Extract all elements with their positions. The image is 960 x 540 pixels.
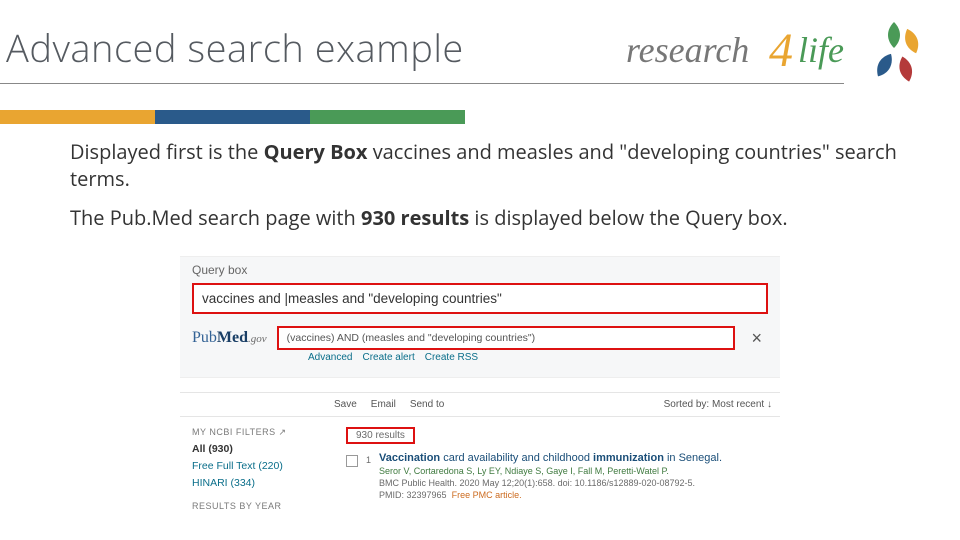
article-title[interactable]: Vaccination card availability and childh… xyxy=(379,452,780,464)
result-checkbox[interactable] xyxy=(346,455,358,467)
save-button[interactable]: Save xyxy=(334,399,357,410)
filter-hinari[interactable]: HINARI (334) xyxy=(192,477,346,489)
clear-icon[interactable]: × xyxy=(745,328,768,349)
article-journal: BMC Public Health. 2020 May 12;20(1):658… xyxy=(379,478,780,488)
result-number: 1 xyxy=(366,455,371,465)
slide: Advanced search example research 4 life … xyxy=(0,0,960,540)
research4life-logo: research 4 life xyxy=(626,14,936,94)
external-icon[interactable]: ↗ xyxy=(278,427,286,438)
free-pmc-badge: Free PMC article. xyxy=(452,490,522,500)
results-count: 930 results xyxy=(346,427,415,444)
create-rss-link[interactable]: Create RSS xyxy=(425,352,478,363)
results-toolbar: Save Email Send to Sorted by: Most recen… xyxy=(180,392,780,417)
article-authors: Seror V, Cortaredona S, Ly EY, Ndiaye S,… xyxy=(379,466,780,476)
advanced-link[interactable]: Advanced xyxy=(308,352,352,363)
filter-free-full-text[interactable]: Free Full Text (220) xyxy=(192,460,346,472)
results-by-year-heading: RESULTS BY YEAR xyxy=(192,501,346,511)
p2-b: 930 results xyxy=(361,204,469,231)
query-area: Query box vaccines and |measles and "dev… xyxy=(180,256,780,378)
filter-all[interactable]: All (930) xyxy=(192,443,346,455)
p2-a: The Pub.Med search page with xyxy=(70,204,361,231)
sort-dropdown[interactable]: Sorted by: Most recent ↓ xyxy=(664,399,772,410)
slide-title: Advanced search example xyxy=(0,22,464,74)
svg-text:research: research xyxy=(626,30,749,70)
filters-heading: MY NCBI FILTERS xyxy=(192,427,276,437)
result-item: 1 Vaccination card availability and chil… xyxy=(346,452,780,500)
accent-bars xyxy=(0,110,465,124)
filters-sidebar: MY NCBI FILTERS ↗ All (930) Free Full Te… xyxy=(180,427,346,511)
search-sublinks: Advanced Create alert Create RSS xyxy=(308,352,768,363)
pubmed-logo: PubMed.gov xyxy=(192,329,267,347)
p1-a: Displayed first is the xyxy=(70,138,264,165)
query-box-input[interactable]: vaccines and |measles and "developing co… xyxy=(192,283,768,314)
results-main: 930 results 1 Vaccination card availabil… xyxy=(346,427,780,511)
pubmed-screenshot: Query box vaccines and |measles and "dev… xyxy=(180,256,780,521)
p1-b: Query Box xyxy=(264,138,368,165)
article-meta: PMID: 32397965 Free PMC article. xyxy=(379,490,780,500)
body-text: Displayed first is the Query Box vaccine… xyxy=(70,138,900,243)
search-input[interactable]: (vaccines) AND (measles and "developing … xyxy=(277,326,736,350)
svg-text:life: life xyxy=(798,30,844,70)
svg-text:4: 4 xyxy=(769,24,793,77)
p2-c: is displayed below the Query box. xyxy=(469,204,787,231)
create-alert-link[interactable]: Create alert xyxy=(362,352,414,363)
query-box-label: Query box xyxy=(192,263,768,277)
sendto-button[interactable]: Send to xyxy=(410,399,444,410)
email-button[interactable]: Email xyxy=(371,399,396,410)
